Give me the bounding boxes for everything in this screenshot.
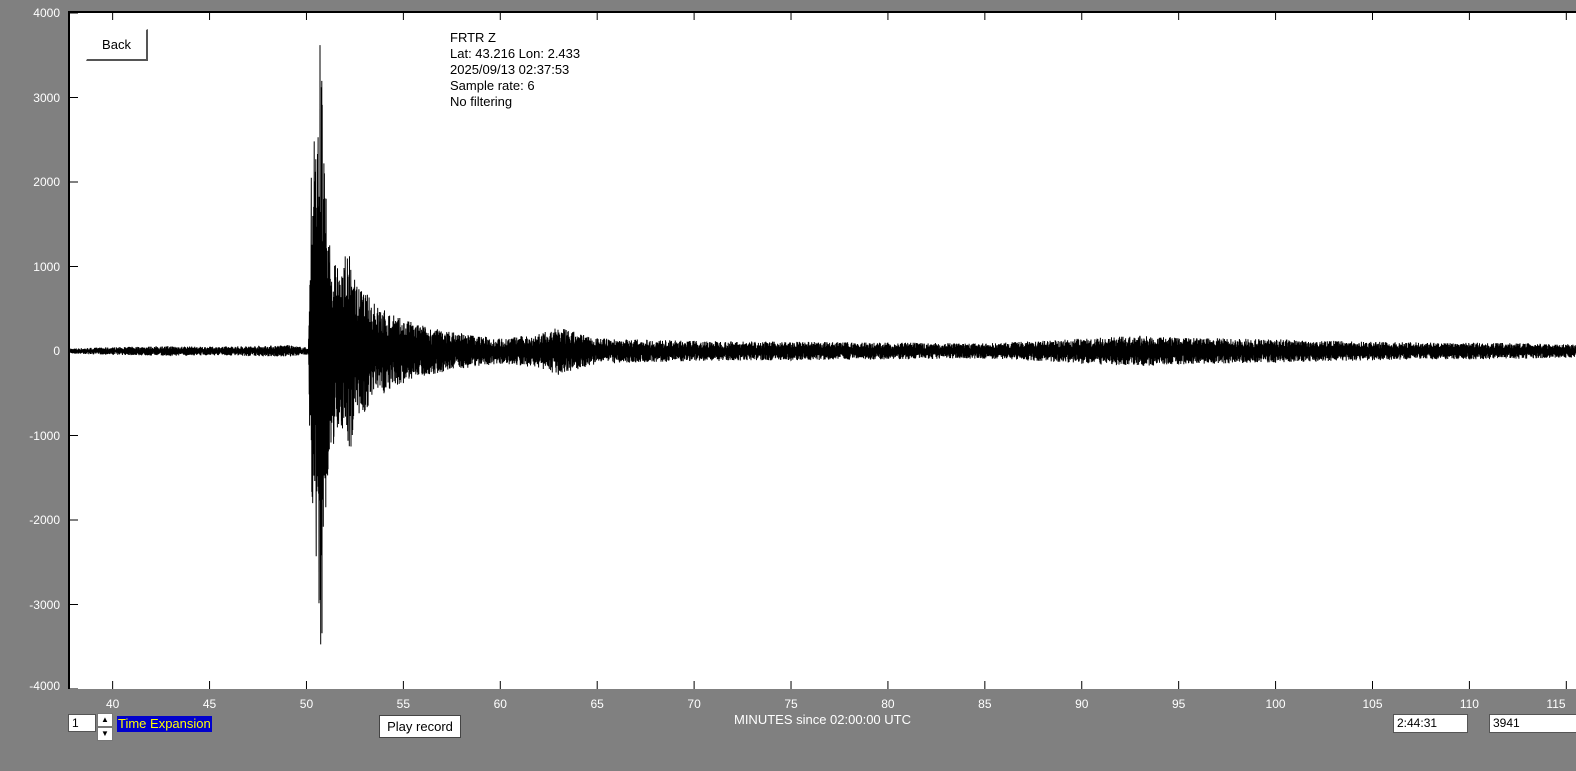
waveform-line — [70, 45, 1576, 645]
down-arrow-icon[interactable]: ▼ — [97, 727, 113, 741]
station-name: FRTR Z — [450, 30, 496, 45]
x-tick-label: 95 — [1171, 697, 1186, 711]
x-tick-label: 85 — [978, 697, 992, 711]
x-tick-label: 60 — [493, 697, 507, 711]
x-axis-title: MINUTES since 02:00:00 UTC — [733, 712, 911, 727]
value-readout: 3941 — [1489, 714, 1576, 733]
x-tick-label: 45 — [202, 697, 217, 711]
x-tick-label: 40 — [105, 697, 120, 711]
record-datetime: 2025/09/13 02:37:53 — [450, 62, 570, 77]
y-tick-label: -2000 — [29, 513, 60, 527]
sample-rate: Sample rate: 6 — [450, 78, 535, 93]
time-readout: 2:44:31 — [1393, 714, 1468, 733]
y-tick-label: -4000 — [29, 679, 60, 693]
x-tick-label: 50 — [299, 697, 314, 711]
station-info: FRTR Z Lat: 43.216 Lon: 2.433 2025/09/13… — [450, 30, 580, 110]
station-location: Lat: 43.216 Lon: 2.433 — [450, 46, 581, 61]
x-tick-label: 70 — [687, 697, 701, 711]
x-tick-label: 55 — [396, 697, 411, 711]
y-tick-label: 3000 — [33, 90, 60, 105]
y-tick-label: 2000 — [33, 175, 60, 189]
x-tick-label: 115 — [1546, 697, 1566, 711]
x-tick-label: 90 — [1075, 697, 1089, 711]
x-tick-label: 105 — [1362, 697, 1383, 711]
y-tick-label: 1000 — [33, 259, 60, 274]
up-arrow-icon[interactable]: ▲ — [97, 713, 113, 727]
seismogram-plot-area — [68, 11, 1576, 689]
x-tick-label: 65 — [590, 697, 604, 711]
back-button[interactable]: Back — [86, 29, 148, 61]
x-tick-label: 110 — [1459, 697, 1479, 711]
y-tick-label: 4000 — [33, 6, 60, 20]
filter-status: No filtering — [450, 94, 513, 109]
x-tick-label: 75 — [784, 697, 798, 711]
y-tick-label: 0 — [53, 344, 60, 358]
waveform-trace — [70, 45, 1576, 645]
seismogram-chart — [70, 13, 1576, 689]
y-tick-label: -3000 — [29, 597, 60, 612]
y-tick-label: -1000 — [29, 428, 60, 443]
x-tick-label: 80 — [881, 697, 895, 711]
time-expansion-label: Time Expansion — [117, 716, 212, 732]
play-record-button[interactable]: Play record — [379, 715, 461, 738]
time-expansion-input[interactable]: 1 — [68, 714, 96, 732]
x-tick-label: 100 — [1265, 697, 1286, 711]
